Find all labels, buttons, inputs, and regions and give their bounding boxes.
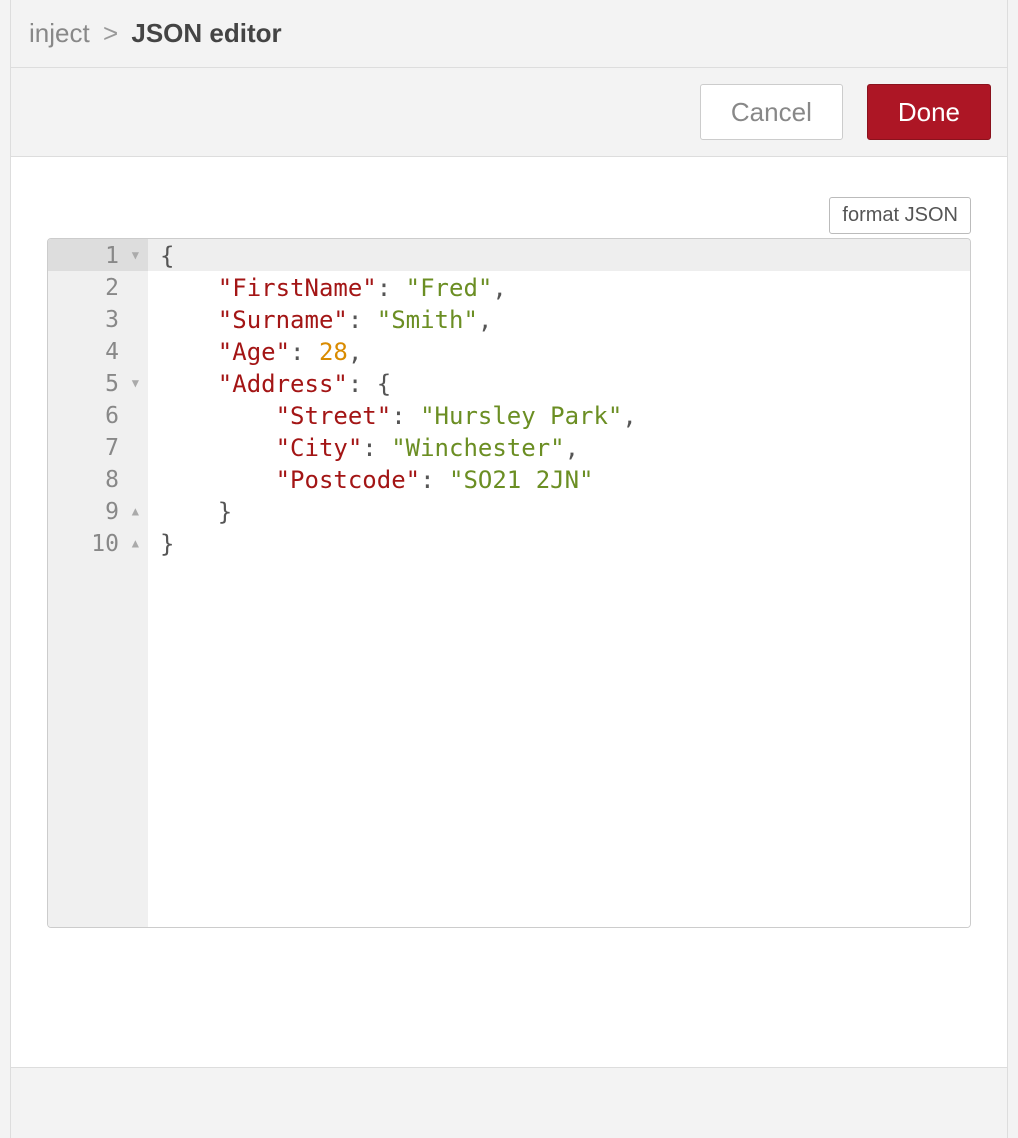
action-bar: Cancel Done [11,68,1007,157]
line-number[interactable]: 8 [48,463,148,495]
code-content[interactable]: "Age": 28, [148,335,970,367]
line-number[interactable]: 10▲ [48,527,148,559]
code-content[interactable]: } [148,495,970,527]
breadcrumb: inject > JSON editor [11,0,1007,68]
code-line[interactable]: 4 "Age": 28, [48,335,970,367]
code-line[interactable]: 7 "City": "Winchester", [48,431,970,463]
token-str: "Hursley Park" [420,402,622,430]
code-content[interactable]: "City": "Winchester", [148,431,970,463]
breadcrumb-current: JSON editor [131,18,281,48]
token-key: "Surname" [218,306,348,334]
line-number[interactable]: 1▼ [48,239,148,271]
breadcrumb-parent[interactable]: inject [29,18,90,48]
token-punc: , [478,306,492,334]
token-key: "City" [276,434,363,462]
breadcrumb-separator: > [103,18,118,48]
json-editor-panel: inject > JSON editor Cancel Done format … [10,0,1008,1138]
code-line[interactable]: 10▲} [48,527,970,559]
token-punc: , [565,434,579,462]
line-number[interactable]: 4 [48,335,148,367]
code-content[interactable]: "Street": "Hursley Park", [148,399,970,431]
token-key: "Street" [276,402,392,430]
code-content[interactable]: "Address": { [148,367,970,399]
token-punc: { [377,370,391,398]
token-punc: : [362,434,391,462]
code-content[interactable]: "FirstName": "Fred", [148,271,970,303]
token-punc: : [377,274,406,302]
token-punc: , [492,274,506,302]
code-line[interactable]: 1▼ { [48,239,970,271]
token-punc: { [160,242,174,270]
fold-close-icon[interactable]: ▲ [132,494,139,528]
line-number[interactable]: 5▼ [48,367,148,399]
token-punc: , [348,338,362,366]
token-key: "FirstName" [218,274,377,302]
fold-open-icon[interactable]: ▼ [132,238,139,272]
line-number[interactable]: 9▲ [48,495,148,527]
token-key: "Address" [218,370,348,398]
fold-close-icon[interactable]: ▲ [132,526,139,560]
token-key: "Age" [218,338,290,366]
code-content[interactable]: } [148,527,970,559]
line-number[interactable]: 7 [48,431,148,463]
token-punc: : [348,370,377,398]
line-number[interactable]: 6 [48,399,148,431]
code-line[interactable]: 9▲ } [48,495,970,527]
editor-toolbar: format JSON [47,197,971,234]
editor-filler[interactable] [48,559,970,927]
token-num: 28 [319,338,348,366]
token-punc: } [218,498,232,526]
cancel-button[interactable]: Cancel [700,84,843,140]
token-punc: : [391,402,420,430]
token-str: "Winchester" [391,434,564,462]
code-line[interactable]: 6 "Street": "Hursley Park", [48,399,970,431]
token-punc: , [622,402,636,430]
fold-open-icon[interactable]: ▼ [132,366,139,400]
token-str: "Fred" [406,274,493,302]
token-punc: : [290,338,319,366]
code-line[interactable]: 5▼ "Address": { [48,367,970,399]
code-line[interactable]: 2 "FirstName": "Fred", [48,271,970,303]
token-punc: : [348,306,377,334]
code-editor[interactable]: 1▼{2 "FirstName": "Fred",3 "Surname": "S… [47,238,971,928]
code-line[interactable]: 8 "Postcode": "SO21 2JN" [48,463,970,495]
done-button[interactable]: Done [867,84,991,140]
token-str: "SO21 2JN" [449,466,594,494]
code-content[interactable]: "Postcode": "SO21 2JN" [148,463,970,495]
token-key: "Postcode" [276,466,421,494]
editor-area: format JSON 1▼{2 "FirstName": "Fred",3 "… [11,157,1007,1068]
format-json-button[interactable]: format JSON [829,197,971,234]
line-number[interactable]: 3 [48,303,148,335]
footer-strip [11,1068,1007,1138]
code-content[interactable]: "Surname": "Smith", [148,303,970,335]
token-punc: } [160,530,174,558]
token-str: "Smith" [377,306,478,334]
code-content[interactable]: { [148,239,970,271]
line-number[interactable]: 2 [48,271,148,303]
token-punc: : [420,466,449,494]
code-line[interactable]: 3 "Surname": "Smith", [48,303,970,335]
